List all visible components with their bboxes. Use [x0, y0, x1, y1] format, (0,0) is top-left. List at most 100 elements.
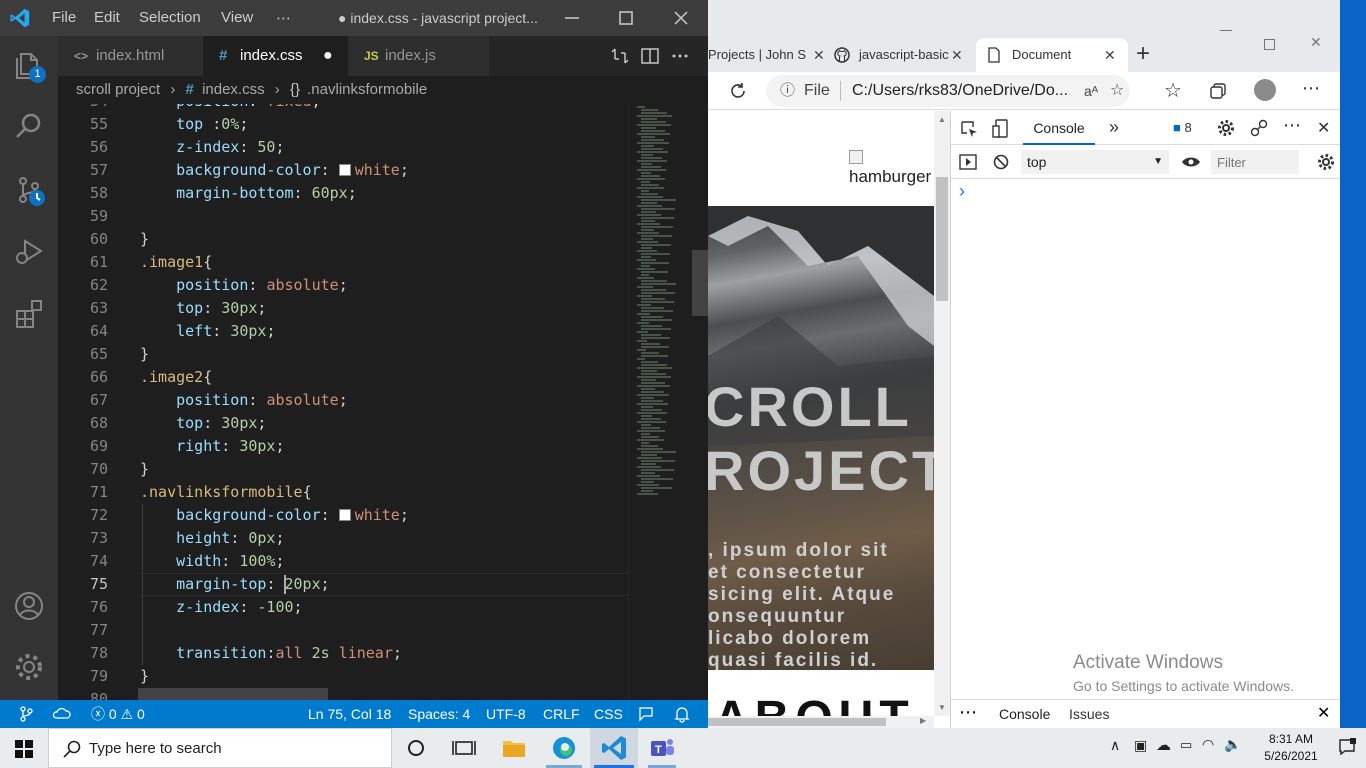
color-swatch-icon[interactable]	[338, 509, 351, 521]
menu-selection[interactable]: Selection	[139, 9, 201, 26]
unsaved-dot-icon[interactable]: ●	[323, 36, 333, 76]
messages-badge[interactable]: ■ 8	[1173, 120, 1192, 135]
close-tab-icon[interactable]: ✕	[1104, 38, 1116, 72]
notification-center-icon[interactable]	[1338, 738, 1356, 756]
code-line[interactable]: 70}	[58, 458, 628, 481]
clock[interactable]: 8:31 AM 5/26/2021	[1256, 731, 1326, 765]
code-line[interactable]: 74 width: 100%;	[58, 550, 628, 573]
run-debug-icon[interactable]	[13, 235, 45, 267]
console-settings-gear-icon[interactable]	[1317, 153, 1335, 171]
account-icon[interactable]	[13, 590, 45, 622]
drawer-tab-console[interactable]: Console	[991, 700, 1058, 728]
minimize-icon[interactable]	[1220, 30, 1232, 31]
code-line[interactable]: 61 .image1{	[58, 251, 628, 274]
code-line[interactable]: 63 top: 30px;	[58, 297, 628, 320]
line-ending[interactable]: CRLF	[543, 700, 580, 728]
breadcrumb-file[interactable]: index.css	[202, 81, 265, 98]
code-line[interactable]: 60}	[58, 228, 628, 251]
info-icon[interactable]: ⓘ	[780, 75, 795, 107]
color-swatch-icon[interactable]	[338, 164, 351, 176]
source-control-icon[interactable]	[13, 174, 45, 206]
task-view-icon[interactable]	[448, 732, 480, 764]
taskbar-search[interactable]: Type here to search	[48, 728, 392, 768]
menu-view[interactable]: View	[221, 9, 253, 26]
tab-console[interactable]: Console	[1023, 111, 1095, 145]
scroll-thumb[interactable]	[708, 718, 886, 726]
edge-browser-icon[interactable]	[548, 732, 580, 764]
close-icon[interactable]	[669, 6, 693, 30]
customize-more-icon[interactable]: ⋯	[1283, 115, 1301, 136]
code-line[interactable]: 72 background-color: white;	[58, 504, 628, 527]
tab-index-css[interactable]: # index.css ●	[203, 36, 348, 76]
add-favorite-star-icon[interactable]: ☆	[1110, 75, 1124, 107]
device-emulation-icon[interactable]	[991, 118, 1011, 140]
battery-icon[interactable]: ▭	[1180, 737, 1192, 753]
minimap-slider[interactable]	[692, 250, 708, 316]
browser-tab-active[interactable]: Document ✕	[976, 38, 1128, 72]
file-explorer-icon[interactable]	[498, 732, 530, 764]
code-line[interactable]: 78 transition:all 2s linear;	[58, 642, 628, 665]
teams-icon[interactable]: T	[646, 732, 678, 764]
console-prompt-icon[interactable]: ›	[959, 181, 965, 202]
code-line[interactable]: 66 .image2{	[58, 366, 628, 389]
feedback-icon[interactable]	[638, 706, 654, 722]
minimap[interactable]	[628, 104, 708, 700]
code-line[interactable]: 55 top :0%;	[58, 113, 628, 136]
connect-devices-icon[interactable]	[1249, 119, 1269, 137]
maximize-icon[interactable]	[1264, 39, 1275, 50]
address-bar[interactable]: ⓘ File C:/Users/rks83/OneDrive/Do... aᴬ …	[766, 75, 1130, 107]
language-mode[interactable]: CSS	[594, 700, 623, 728]
settings-more-icon[interactable]: ⋯	[1302, 78, 1320, 99]
code-line[interactable]: 64 left: 30px;	[58, 320, 628, 343]
code-line[interactable]: 56 z-index: 50;	[58, 136, 628, 159]
code-line[interactable]: 67 position: absolute;	[58, 389, 628, 412]
windows-start-icon[interactable]	[15, 740, 33, 758]
code-line[interactable]: 73 height: 0px;	[58, 527, 628, 550]
drawer-tab-issues[interactable]: Issues	[1069, 700, 1109, 728]
console-output[interactable]: ›	[951, 179, 1340, 699]
drawer-more-icon[interactable]: ⋯	[959, 700, 977, 724]
code-line[interactable]: 57 background-color: white;	[58, 159, 628, 182]
collections-icon[interactable]	[1208, 81, 1228, 101]
minimize-icon[interactable]	[560, 6, 584, 30]
cortana-icon[interactable]	[400, 732, 432, 764]
scroll-right-arrow-icon[interactable]: ▶	[920, 716, 926, 725]
code-line[interactable]: 71 .navlinksformobile{	[58, 481, 628, 504]
encoding[interactable]: UTF-8	[486, 700, 526, 728]
scroll-down-arrow-icon[interactable]: ▼	[938, 703, 946, 712]
live-expression-eye-icon[interactable]	[1181, 155, 1201, 169]
more-actions-icon[interactable]	[670, 46, 690, 66]
code-line[interactable]: 79}	[58, 665, 628, 688]
problems-indicator[interactable]: ⓧ 0 ⚠ 0	[91, 700, 145, 728]
menu-edit[interactable]: Edit	[94, 9, 120, 26]
notifications-bell-icon[interactable]	[674, 705, 690, 723]
show-sidebar-icon[interactable]	[959, 154, 977, 170]
onedrive-cloud-icon[interactable]: ☁	[1156, 736, 1171, 754]
search-icon[interactable]	[13, 110, 45, 142]
vscode-taskbar-button[interactable]	[590, 728, 638, 768]
context-selector[interactable]: top ▼	[1021, 150, 1169, 174]
code-line[interactable]: 77	[58, 619, 628, 642]
clear-console-icon[interactable]	[993, 154, 1009, 170]
code-line[interactable]: 75 margin-top: 20px;	[58, 573, 628, 596]
new-tab-plus-icon[interactable]: +	[1136, 40, 1150, 68]
volume-icon[interactable]: 🔈	[1224, 736, 1241, 753]
meet-now-icon[interactable]: ▣	[1134, 737, 1147, 754]
close-tab-icon[interactable]: ✕	[951, 38, 963, 72]
extensions-icon[interactable]	[13, 297, 45, 329]
broken-image[interactable]: hamburger	[849, 147, 934, 187]
code-line[interactable]: 76 z-index: -100;	[58, 596, 628, 619]
code-line[interactable]: 69 right: 30px;	[58, 435, 628, 458]
show-hidden-icons-chevron-icon[interactable]: ∧	[1110, 737, 1120, 754]
code-line[interactable]: 65}	[58, 343, 628, 366]
page-horizontal-scrollbar[interactable]: ▶	[708, 716, 934, 728]
code-line[interactable]: 58 margin-bottom: 60px;	[58, 182, 628, 205]
code-line[interactable]: 68 top: 30px;	[58, 412, 628, 435]
settings-gear-icon[interactable]	[13, 651, 45, 683]
console-filter-input[interactable]	[1211, 150, 1299, 174]
menu-file[interactable]: File	[52, 9, 76, 26]
scroll-up-arrow-icon[interactable]: ▲	[938, 115, 946, 124]
vscode-logo-icon[interactable]	[8, 7, 32, 29]
code-line[interactable]: 62 position: absolute;	[58, 274, 628, 297]
close-icon[interactable]: ✕	[1310, 34, 1322, 51]
